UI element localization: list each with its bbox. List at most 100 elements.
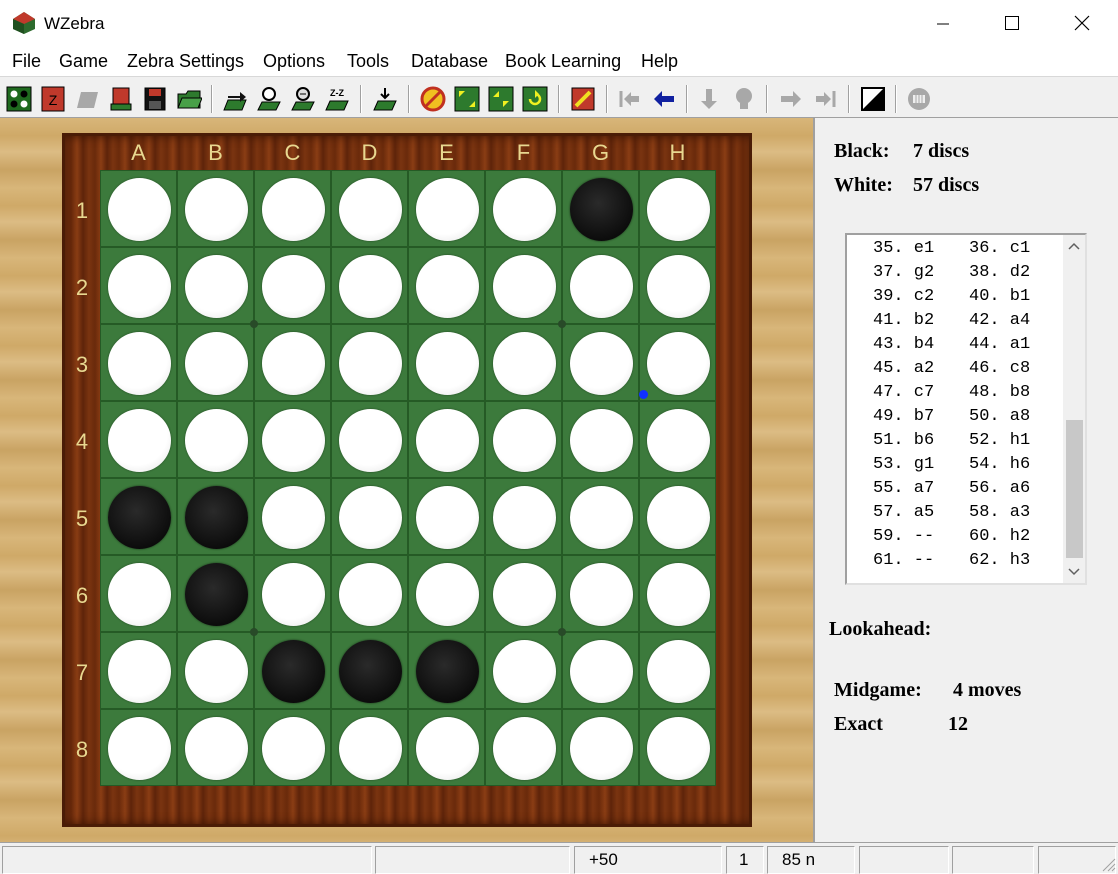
board-square-f6[interactable] [485,555,562,632]
scroll-down-icon[interactable] [1063,561,1085,583]
resize-grip-icon[interactable] [1100,856,1116,872]
board-square-e3[interactable] [408,324,485,401]
board-square-e1[interactable] [408,170,485,247]
board-square-f1[interactable] [485,170,562,247]
board-square-a2[interactable] [100,247,177,324]
board-square-a1[interactable] [100,170,177,247]
board-square-a7[interactable] [100,632,177,709]
board-square-c1[interactable] [254,170,331,247]
stop-icon[interactable] [420,86,446,112]
board-square-h2[interactable] [639,247,716,324]
board-square-c3[interactable] [254,324,331,401]
close-button[interactable] [1046,0,1116,46]
move-list-row[interactable]: 61. -- 62. h3 [873,551,1030,575]
board-square-d5[interactable] [331,478,408,555]
last-move-icon[interactable] [813,86,839,112]
board-square-e6[interactable] [408,555,485,632]
scroll-up-icon[interactable] [1063,235,1085,257]
open-book-icon[interactable] [108,86,134,112]
board-square-d2[interactable] [331,247,408,324]
move-list-row[interactable]: 53. g1 54. h6 [873,455,1030,479]
board-square-h6[interactable] [639,555,716,632]
board-square-d7[interactable] [331,632,408,709]
board-square-e4[interactable] [408,401,485,478]
menu-zebra-settings[interactable]: Zebra Settings [127,51,244,72]
board-square-a5[interactable] [100,478,177,555]
board-square-c6[interactable] [254,555,331,632]
first-move-icon[interactable] [616,86,642,112]
board-square-c7[interactable] [254,632,331,709]
board-square-e2[interactable] [408,247,485,324]
menu-tools[interactable]: Tools [347,51,389,72]
board-square-b5[interactable] [177,478,254,555]
board-square-f7[interactable] [485,632,562,709]
board-square-h5[interactable] [639,478,716,555]
board-square-e5[interactable] [408,478,485,555]
analyze-icon[interactable] [290,86,316,112]
board-square-f2[interactable] [485,247,562,324]
rotate-icon[interactable] [522,86,548,112]
board-square-d1[interactable] [331,170,408,247]
move-list-row[interactable]: 41. b2 42. a4 [873,311,1030,335]
board-square-g2[interactable] [562,247,639,324]
board-square-h4[interactable] [639,401,716,478]
maximize-button[interactable] [976,0,1046,46]
board-square-d3[interactable] [331,324,408,401]
board-square-c4[interactable] [254,401,331,478]
board-square-h3[interactable] [639,324,716,401]
board-square-h7[interactable] [639,632,716,709]
board-square-d4[interactable] [331,401,408,478]
board-square-c8[interactable] [254,709,331,786]
board-square-a4[interactable] [100,401,177,478]
board-square-f8[interactable] [485,709,562,786]
move-list[interactable]: 35. e1 36. c1 37. g2 38. d2 39. c2 40. b1 41. … [845,233,1087,585]
scrollbar-thumb[interactable] [1066,420,1083,558]
hint-icon[interactable] [256,86,282,112]
board-square-e8[interactable] [408,709,485,786]
menu-options[interactable]: Options [263,51,325,72]
board-square-g5[interactable] [562,478,639,555]
board-square-d6[interactable] [331,555,408,632]
open-gray-icon[interactable] [74,86,100,112]
bulb-icon[interactable] [731,86,757,112]
move-list-row[interactable]: 57. a5 58. a3 [873,503,1030,527]
board-square-g3[interactable] [562,324,639,401]
move-list-row[interactable]: 37. g2 38. d2 [873,263,1030,287]
board-square-b8[interactable] [177,709,254,786]
back-icon[interactable] [651,86,677,112]
minimize-button[interactable] [907,0,977,46]
move-list-scrollbar[interactable] [1063,235,1085,583]
board-square-g4[interactable] [562,401,639,478]
move-list-row[interactable]: 59. -- 60. h2 [873,527,1030,551]
zebra-icon[interactable]: Z [40,86,66,112]
menu-file[interactable]: File [12,51,41,72]
board-square-f3[interactable] [485,324,562,401]
board-square-f5[interactable] [485,478,562,555]
menu-help[interactable]: Help [641,51,678,72]
board-square-f4[interactable] [485,401,562,478]
board-square-b1[interactable] [177,170,254,247]
place-icon[interactable] [372,86,398,112]
board-square-b4[interactable] [177,401,254,478]
menu-book-learning[interactable]: Book Learning [505,51,621,72]
board-square-g6[interactable] [562,555,639,632]
board-square-e7[interactable] [408,632,485,709]
move-now-icon[interactable] [222,86,248,112]
folder-icon[interactable] [176,86,202,112]
new-game-icon[interactable] [6,86,32,112]
move-list-row[interactable]: 51. b6 52. h1 [873,431,1030,455]
board-square-b6[interactable] [177,555,254,632]
board-square-c5[interactable] [254,478,331,555]
board-square-a8[interactable] [100,709,177,786]
coin-icon[interactable] [906,86,932,112]
move-list-row[interactable]: 49. b7 50. a8 [873,407,1030,431]
expand-icon[interactable] [454,86,480,112]
move-list-row[interactable]: 43. b4 44. a1 [873,335,1030,359]
board-square-b7[interactable] [177,632,254,709]
board-square-d8[interactable] [331,709,408,786]
board-square-g1[interactable] [562,170,639,247]
board-square-h1[interactable] [639,170,716,247]
board-square-h8[interactable] [639,709,716,786]
board-square-g8[interactable] [562,709,639,786]
flip-colors-icon[interactable] [860,86,886,112]
